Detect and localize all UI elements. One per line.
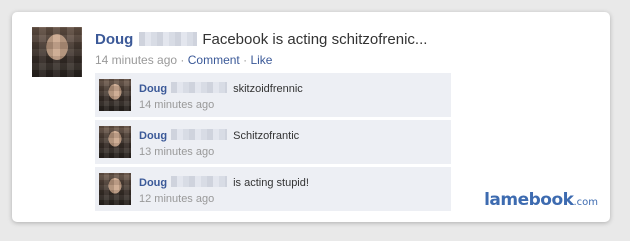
author-avatar[interactable] <box>32 27 82 77</box>
commenter-avatar[interactable] <box>99 126 131 158</box>
comment-line: Doug is acting stupid! <box>139 176 309 189</box>
watermark-tld: .com <box>573 197 598 208</box>
post-text: Facebook is acting schitzofrenic... <box>202 31 428 48</box>
commenter-avatar[interactable] <box>99 173 131 205</box>
post-timestamp[interactable]: 14 minutes ago <box>95 53 177 67</box>
lamebook-watermark: lamebook.com <box>484 190 598 210</box>
comment-timestamp: 14 minutes ago <box>139 99 215 111</box>
comment-item: Doug skitzoidfrennic 14 minutes ago <box>95 73 451 118</box>
meta-separator: · <box>243 53 248 67</box>
like-link[interactable]: Like <box>250 53 272 67</box>
redacted-surname <box>139 32 198 46</box>
comment-line: Doug skitzoidfrennic <box>139 82 303 95</box>
comment-item: Doug is acting stupid! 12 minutes ago <box>95 167 451 212</box>
comment-timestamp: 12 minutes ago <box>139 193 215 205</box>
watermark-brand: lamebook <box>484 190 574 210</box>
redacted-surname <box>171 82 228 93</box>
comment-text: skitzoidfrennic <box>233 83 303 95</box>
meta-separator: · <box>180 53 185 67</box>
commenter-name-link[interactable]: Doug <box>139 130 167 142</box>
redacted-surname <box>171 129 228 140</box>
post-meta: 14 minutes ago · Comment · Like <box>95 53 272 67</box>
commenter-name-link[interactable]: Doug <box>139 83 167 95</box>
comment-text: is acting stupid! <box>233 177 309 189</box>
comment-text: Schitzofrantic <box>233 130 300 142</box>
comment-link[interactable]: Comment <box>188 53 240 67</box>
commenter-name-link[interactable]: Doug <box>139 177 167 189</box>
comment-timestamp: 13 minutes ago <box>139 146 215 158</box>
comment-line: Doug Schitzofrantic <box>139 129 299 142</box>
post-line: Doug Facebook is acting schitzofrenic... <box>95 31 427 48</box>
story-card: Doug Facebook is acting schitzofrenic... … <box>12 12 610 222</box>
commenter-avatar[interactable] <box>99 79 131 111</box>
redacted-surname <box>171 176 228 187</box>
author-name-link[interactable]: Doug <box>95 31 133 48</box>
comment-item: Doug Schitzofrantic 13 minutes ago <box>95 120 451 165</box>
comment-list: Doug skitzoidfrennic 14 minutes ago Doug S… <box>95 73 451 214</box>
